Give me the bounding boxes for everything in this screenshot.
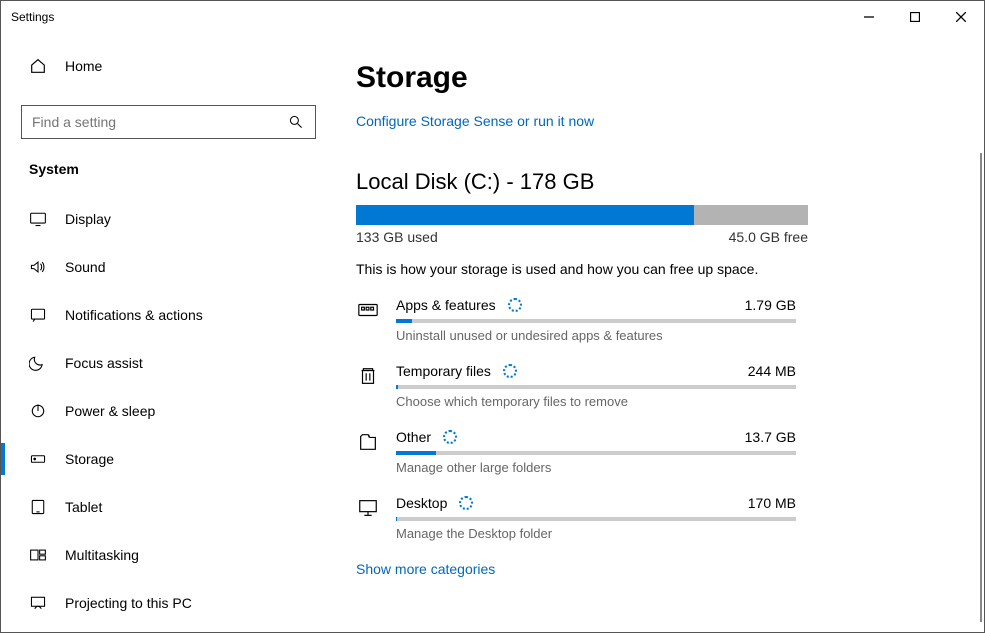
category-title: Other [396, 429, 431, 445]
sidebar-item-label: Focus assist [65, 355, 143, 371]
home-icon [29, 57, 47, 75]
sidebar-item-display[interactable]: Display [21, 195, 316, 243]
category-temporary-files[interactable]: Temporary files 244 MB Choose which temp… [356, 363, 796, 409]
sidebar-item-focus-assist[interactable]: Focus assist [21, 339, 316, 387]
sidebar-item-label: Projecting to this PC [65, 595, 192, 611]
window-controls [846, 1, 984, 33]
category-bar [396, 385, 796, 389]
titlebar: Settings [1, 1, 984, 33]
search-icon [287, 113, 305, 131]
storage-icon [29, 450, 47, 468]
sidebar-item-label: Tablet [65, 499, 102, 515]
sidebar-item-label: Notifications & actions [65, 307, 203, 323]
sidebar-item-label: Storage [65, 451, 114, 467]
loading-spinner-icon [508, 298, 522, 312]
folder-icon [356, 429, 380, 475]
disk-title: Local Disk (C:) - 178 GB [356, 169, 944, 195]
sound-icon [29, 258, 47, 276]
sidebar-item-notifications[interactable]: Notifications & actions [21, 291, 316, 339]
apps-icon [356, 297, 380, 343]
category-heading: System [21, 161, 316, 177]
sidebar-item-tablet[interactable]: Tablet [21, 483, 316, 531]
category-desktop[interactable]: Desktop 170 MB Manage the Desktop folder [356, 495, 796, 541]
disk-usage-bar [356, 205, 808, 225]
loading-spinner-icon [443, 430, 457, 444]
disk-usage-fill [356, 205, 694, 225]
minimize-button[interactable] [846, 1, 892, 33]
usage-description: This is how your storage is used and how… [356, 261, 944, 277]
category-title: Desktop [396, 495, 447, 511]
category-other[interactable]: Other 13.7 GB Manage other large folders [356, 429, 796, 475]
category-title: Temporary files [396, 363, 491, 379]
window-title: Settings [11, 10, 54, 24]
maximize-button[interactable] [892, 1, 938, 33]
configure-storage-sense-link[interactable]: Configure Storage Sense or run it now [356, 113, 594, 129]
category-apps-features[interactable]: Apps & features 1.79 GB Uninstall unused… [356, 297, 796, 343]
category-size: 13.7 GB [745, 429, 796, 445]
sidebar-item-label: Power & sleep [65, 403, 155, 419]
home-label: Home [65, 58, 102, 74]
sidebar-item-power-sleep[interactable]: Power & sleep [21, 387, 316, 435]
disk-used-label: 133 GB used [356, 229, 438, 245]
multitasking-icon [29, 546, 47, 564]
loading-spinner-icon [503, 364, 517, 378]
category-subtitle: Choose which temporary files to remove [396, 394, 796, 409]
search-box[interactable] [21, 105, 316, 139]
projecting-icon [29, 594, 47, 612]
category-size: 1.79 GB [745, 297, 796, 313]
sidebar-item-sound[interactable]: Sound [21, 243, 316, 291]
loading-spinner-icon [459, 496, 473, 510]
sidebar: Home System Display Sound Notifica [1, 33, 336, 632]
display-icon [29, 210, 47, 228]
category-size: 170 MB [748, 495, 796, 511]
close-button[interactable] [938, 1, 984, 33]
tablet-icon [29, 498, 47, 516]
power-icon [29, 402, 47, 420]
notifications-icon [29, 306, 47, 324]
focus-assist-icon [29, 354, 47, 372]
category-bar [396, 517, 796, 521]
desktop-icon [356, 495, 380, 541]
category-bar [396, 319, 796, 323]
category-title: Apps & features [396, 297, 496, 313]
category-size: 244 MB [748, 363, 796, 379]
main-panel: Storage Configure Storage Sense or run i… [336, 33, 984, 632]
disk-free-label: 45.0 GB free [729, 229, 808, 245]
category-subtitle: Uninstall unused or undesired apps & fea… [396, 328, 796, 343]
trash-icon [356, 363, 380, 409]
search-input[interactable] [32, 114, 287, 130]
category-subtitle: Manage other large folders [396, 460, 796, 475]
sidebar-item-label: Display [65, 211, 111, 227]
sidebar-item-label: Sound [65, 259, 105, 275]
category-subtitle: Manage the Desktop folder [396, 526, 796, 541]
category-bar [396, 451, 796, 455]
sidebar-item-storage[interactable]: Storage [21, 435, 316, 483]
scrollbar[interactable] [980, 153, 982, 622]
show-more-categories-link[interactable]: Show more categories [356, 561, 495, 577]
page-heading: Storage [356, 61, 944, 95]
sidebar-item-label: Multitasking [65, 547, 139, 563]
sidebar-item-multitasking[interactable]: Multitasking [21, 531, 316, 579]
sidebar-item-projecting[interactable]: Projecting to this PC [21, 579, 316, 627]
home-nav[interactable]: Home [21, 45, 316, 87]
